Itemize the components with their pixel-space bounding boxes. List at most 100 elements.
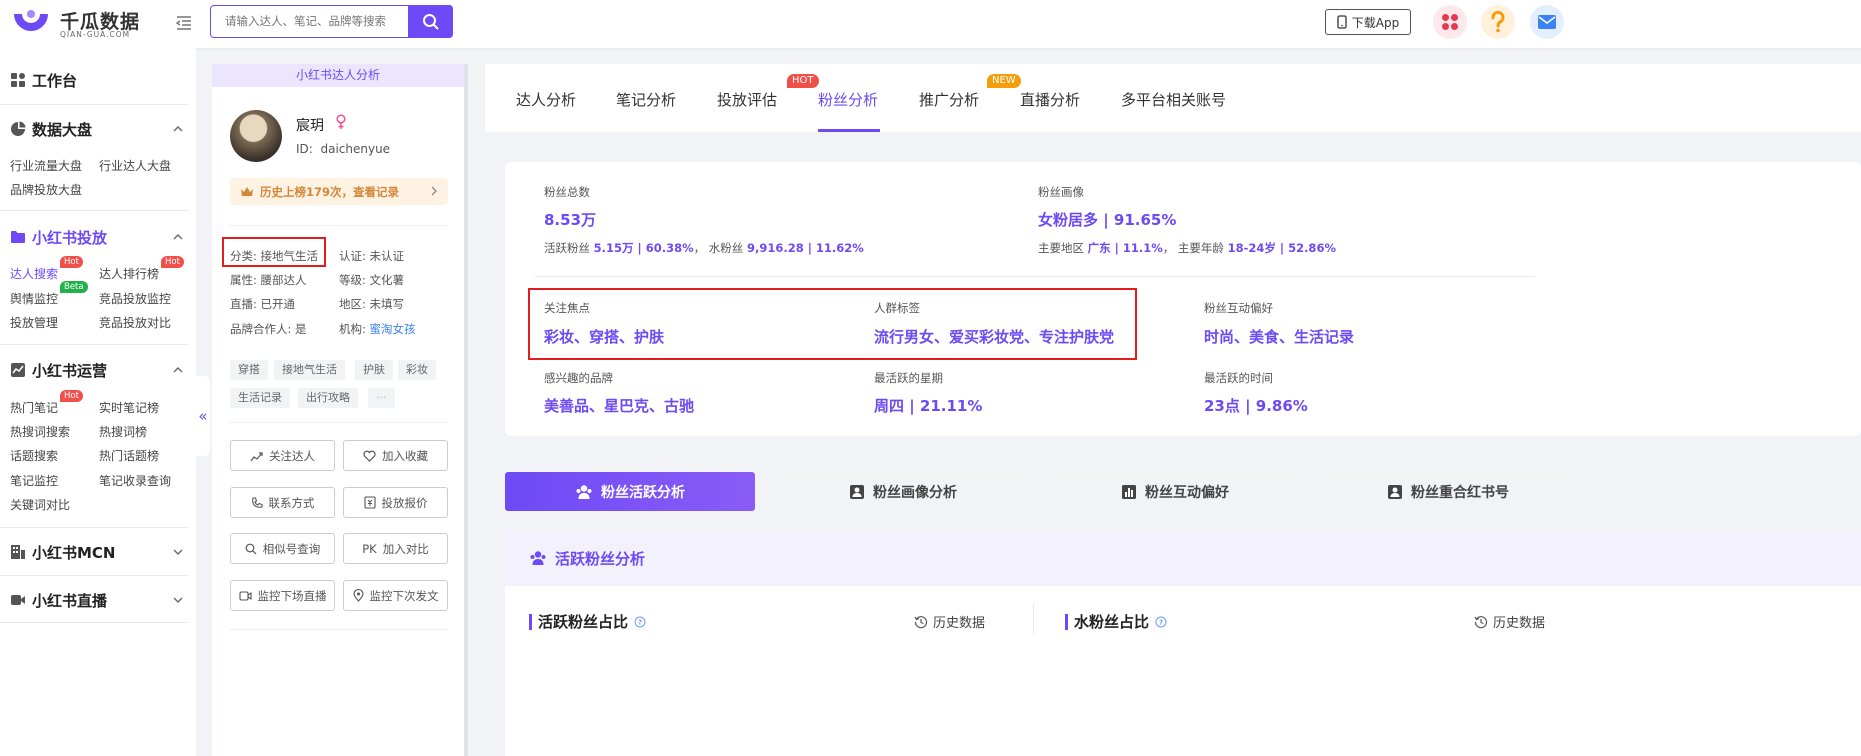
search-input[interactable]	[211, 6, 406, 36]
id-card-icon	[850, 484, 864, 499]
sidebar-group-data[interactable]: 数据大盘	[10, 117, 92, 141]
sidebar-link-kol-search[interactable]: 达人搜索 Hot	[10, 256, 83, 282]
sidebar-link-hotword-ranking[interactable]: 热搜词榜	[99, 423, 147, 440]
history-label: 历史数据	[933, 616, 986, 631]
sidebar-link-note-index[interactable]: 笔记收录查询	[99, 472, 171, 489]
separator: ，	[1162, 241, 1175, 255]
profile-tag[interactable]: 护肤	[355, 360, 393, 380]
chevron-down-icon[interactable]	[172, 594, 184, 606]
subtab-fans-activity[interactable]: 粉丝活跃分析	[505, 472, 755, 511]
tab-fans-analysis[interactable]: 粉丝分析	[818, 89, 878, 110]
sidebar-group-xhs-ops[interactable]: 小红书运营	[10, 358, 107, 382]
interaction-pref-label: 粉丝互动偏好	[1204, 301, 1273, 315]
ranking-history-banner[interactable]: 历史上榜179次，查看记录	[230, 178, 448, 205]
subtab-fans-interaction[interactable]: 粉丝互动偏好	[1050, 472, 1300, 511]
sidebar-group-xhs-ads[interactable]: 小红书投放	[10, 225, 107, 249]
sidebar-link-hotword-search[interactable]: 热搜词搜索	[10, 423, 70, 440]
logo[interactable]: 千瓜数据 QIAN-GUA.COM	[10, 4, 140, 42]
sidebar-link-kol-ranking[interactable]: 达人排行榜 Hot	[99, 256, 184, 282]
button-label: 关注达人	[269, 448, 315, 463]
help-button[interactable]	[1481, 5, 1515, 39]
help-circle-icon[interactable]: ?	[1155, 616, 1167, 628]
sidebar-link-note-monitor[interactable]: 笔记监控	[10, 472, 58, 489]
tab-live-analysis[interactable]: 直播分析	[1020, 89, 1080, 110]
profile-tag[interactable]: 出行攻略	[298, 388, 358, 408]
contact-button[interactable]: 联系方式	[230, 487, 335, 518]
sidebar-link-industry-kol[interactable]: 行业达人大盘	[99, 157, 171, 174]
subtab-fans-portrait[interactable]: 粉丝画像分析	[778, 472, 1028, 511]
monitor-live-button[interactable]: 监控下场直播	[230, 580, 335, 611]
search-button[interactable]	[408, 5, 453, 38]
divider	[0, 622, 188, 623]
sidebar-link-industry-traffic[interactable]: 行业流量大盘	[10, 157, 82, 174]
profile-id: ID: daichenyue	[296, 142, 390, 156]
chevron-up-icon[interactable]	[172, 123, 184, 135]
section-title-text: 活跃粉丝占比	[538, 613, 629, 631]
add-favorite-button[interactable]: 加入收藏	[343, 440, 448, 471]
pie-chart-icon	[11, 121, 26, 136]
sidebar-link-sentiment[interactable]: 舆情监控 Beta	[10, 281, 88, 307]
sidebar-link-ad-manage[interactable]: 投放管理	[10, 314, 58, 331]
subtab-label: 粉丝重合红书号	[1411, 484, 1509, 501]
history-data-button[interactable]: 历史数据	[1474, 612, 1545, 631]
avatar	[230, 110, 282, 162]
history-data-button[interactable]: 历史数据	[914, 612, 985, 631]
add-compare-button[interactable]: PK 加入对比	[343, 533, 448, 564]
sidebar-link-competitor-monitor[interactable]: 竞品投放监控	[99, 290, 171, 307]
profile-tag[interactable]: 生活记录	[230, 388, 290, 408]
sidebar-group-label: 小红书运营	[32, 361, 108, 380]
sidebar-link-label: 热门笔记	[10, 401, 59, 415]
sidebar-workbench[interactable]: 工作台	[10, 68, 77, 92]
attr-brand-partner: 品牌合作人: 是	[230, 322, 307, 336]
sidebar-link-topic-search[interactable]: 话题搜索	[10, 447, 58, 464]
tab-ad-evaluation[interactable]: 投放评估	[717, 89, 777, 110]
more-tags-button[interactable]: ···	[368, 388, 395, 408]
search-icon	[245, 543, 257, 554]
chevron-down-icon[interactable]	[172, 546, 184, 558]
menu-toggle-icon[interactable]	[174, 13, 194, 33]
tab-promotion-analysis[interactable]: 推广分析	[919, 89, 979, 110]
sidebar-link-keyword-compare[interactable]: 关键词对比	[10, 496, 70, 513]
sidebar-link-brand-dashboard[interactable]: 品牌投放大盘	[10, 181, 82, 198]
ad-quote-button[interactable]: 投放报价	[343, 487, 448, 518]
sidebar-collapse-button[interactable]: «	[196, 376, 210, 456]
messages-button[interactable]	[1530, 5, 1564, 39]
beta-tag: Beta	[60, 281, 88, 293]
divider	[230, 225, 448, 226]
sidebar-link-topic-ranking[interactable]: 热门话题榜	[99, 447, 159, 464]
sidebar-link-hot-notes[interactable]: 热门笔记 Hot	[10, 390, 83, 416]
tab-multi-platform[interactable]: 多平台相关账号	[1121, 89, 1226, 110]
button-label: 监控下场直播	[257, 588, 327, 603]
brand-interest-label: 感兴趣的品牌	[544, 371, 613, 385]
sidebar-link-competitor-compare[interactable]: 竞品投放对比	[99, 314, 171, 331]
apps-button[interactable]	[1433, 5, 1467, 39]
active-tab-indicator	[818, 129, 880, 132]
profile-tag[interactable]: 穿搭	[230, 360, 268, 380]
profile-tag[interactable]: 彩妆	[398, 360, 436, 380]
download-app-button[interactable]: 下载App	[1325, 9, 1411, 35]
sidebar-group-xhs-mcn[interactable]: 小红书MCN	[10, 540, 116, 564]
svg-text:?: ?	[638, 618, 642, 626]
mail-icon	[1538, 15, 1556, 29]
subtab-fans-overlap[interactable]: 粉丝重合红书号	[1323, 472, 1573, 511]
organization-link[interactable]: 蜜淘女孩	[370, 322, 416, 336]
help-circle-icon[interactable]: ?	[634, 616, 646, 628]
sidebar-link-realtime-notes[interactable]: 实时笔记榜	[99, 399, 159, 416]
folder-icon	[11, 231, 25, 243]
similar-accounts-button[interactable]: 相似号查询	[230, 533, 335, 564]
sidebar-group-label: 数据大盘	[32, 120, 93, 139]
divider	[0, 210, 188, 211]
active-fans-ratio-title: 活跃粉丝占比 ?	[529, 611, 646, 632]
panel-header: 活跃粉丝分析	[505, 530, 1861, 586]
sidebar-group-xhs-live[interactable]: 小红书直播	[10, 588, 107, 612]
age-value: 18-24岁 | 52.86%	[1227, 241, 1336, 255]
profile-name: 宸玥	[296, 118, 324, 134]
follow-kol-button[interactable]: 关注达人	[230, 440, 335, 471]
active-fans-label: 活跃粉丝	[544, 241, 590, 255]
chevron-up-icon[interactable]	[172, 364, 184, 376]
chevron-up-icon[interactable]	[172, 231, 184, 243]
monitor-post-button[interactable]: 监控下次发文	[343, 580, 448, 611]
tab-kol-analysis[interactable]: 达人分析	[516, 89, 576, 110]
profile-tag[interactable]: 接地气生活	[274, 360, 345, 380]
tab-note-analysis[interactable]: 笔记分析	[616, 89, 676, 110]
